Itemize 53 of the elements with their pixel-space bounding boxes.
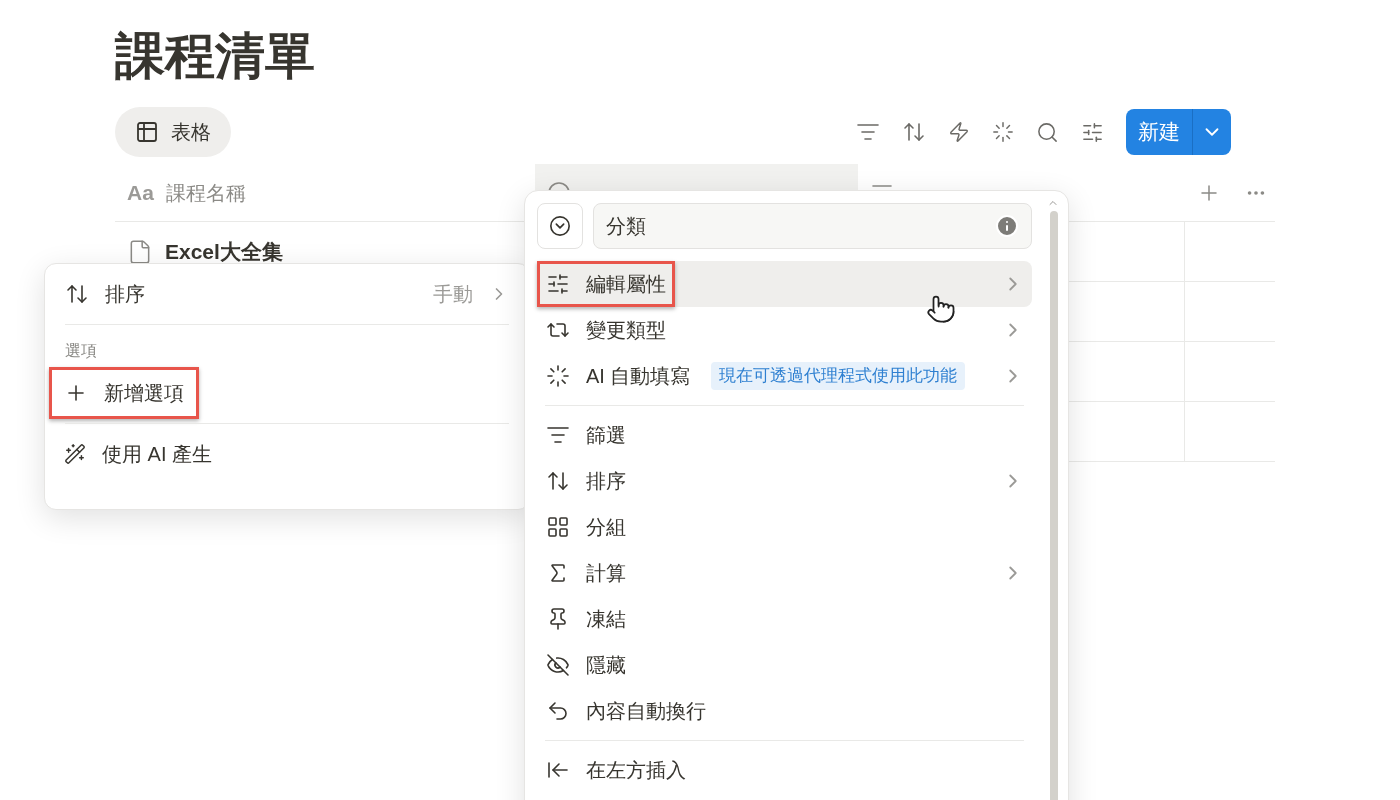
page-title: 課程清單 [115,27,315,86]
info-icon[interactable] [995,214,1019,238]
section-label: 選項 [65,341,98,361]
menu-item-label: AI 自動填寫 [586,364,691,389]
column-label: 課程名稱 [165,180,246,206]
grid-icon [546,515,570,539]
row-title[interactable]: Excel大全集 [165,235,283,268]
option-menu-item[interactable]: 使用 AI 產生 [49,428,227,480]
menu-item-label: 計算 [586,561,626,586]
menu-item-label: 分組 [586,515,626,540]
menu-item-label: 凍結 [586,607,626,632]
lightning-icon[interactable] [948,121,970,143]
info-badge: 現在可透過代理程式使用此功能 [711,362,966,390]
eye-off-icon [546,653,570,677]
text-type-glyph: Aa [127,179,154,206]
sort-menu-item[interactable]: 排序 手動 [65,274,509,314]
menu-item[interactable]: 排序 [537,458,1032,504]
menu-item-label: 篩選 [586,423,626,448]
menu-item[interactable]: 編輯屬性 [537,261,1032,307]
property-type-button[interactable] [537,203,583,249]
sliders-icon[interactable] [1081,120,1104,144]
menu-item-label: 內容自動換行 [586,699,706,724]
menu-item[interactable]: 分組 [537,504,1032,550]
view-tab[interactable]: 表格 [115,107,231,157]
menu-item[interactable]: 內容自動換行 [537,688,1032,734]
menu-item[interactable]: AI 自動填寫 現在可透過代理程式使用此功能 [537,353,1032,399]
sort-arrows-icon [65,282,89,306]
option-menu-item[interactable]: 新增選項 [49,367,199,419]
sort-value: 手動 [433,282,473,307]
sort-arrows-icon [546,469,570,493]
menu-item-label: 在左方插入 [586,758,686,783]
menu-item-label: 排序 [586,469,626,494]
sort-arrows-icon[interactable] [902,120,926,144]
table-icon [135,120,159,144]
sparkle-burst-icon[interactable] [992,121,1014,143]
menu-item[interactable]: 篩選 [537,412,1032,458]
sliders-icon [546,272,570,296]
menu-item[interactable]: 變更類型 [537,307,1032,353]
return-arrow-icon [546,699,570,723]
menu-item[interactable]: 凍結 [537,596,1032,642]
scrollbar-thumb[interactable] [1050,211,1058,800]
property-name-field[interactable]: 分類 [593,203,1032,249]
pointer-hand-icon [926,294,956,324]
menu-item-label: 隱藏 [586,653,626,678]
select-property-icon [549,215,571,237]
menu-item[interactable]: 計算 [537,550,1032,596]
menu-item[interactable]: 隱藏 [537,642,1032,688]
sparkle-burst-icon [546,364,570,388]
menu-item[interactable]: 在左方插入 [537,747,1032,793]
search-icon[interactable] [1036,120,1059,144]
menu-item-label: 編輯屬性 [586,272,666,297]
menu-item-label: 變更類型 [586,318,666,343]
magic-wand-icon [64,443,86,465]
